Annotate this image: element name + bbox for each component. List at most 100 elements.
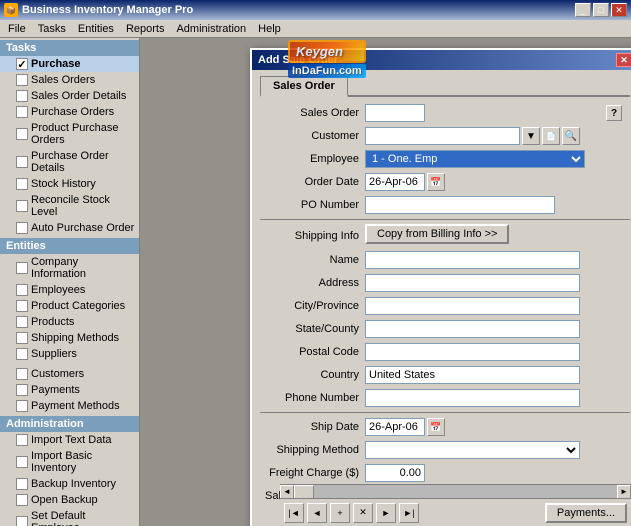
maximize-button[interactable]: □ — [593, 3, 609, 17]
sidebar-item-sales-orders[interactable]: Sales Orders — [0, 72, 139, 88]
keygen-label: Keygen — [288, 40, 366, 63]
menu-entities[interactable]: Entities — [72, 21, 120, 37]
scroll-thumb[interactable] — [294, 485, 314, 499]
copy-billing-button[interactable]: Copy from Billing Info >> — [365, 224, 509, 244]
name-row: Name — [260, 250, 630, 270]
sidebar-item-employees[interactable]: Employees — [0, 282, 139, 298]
dialog-close-button[interactable]: ✕ — [616, 53, 631, 67]
city-row: City/Province — [260, 296, 630, 316]
sidebar-item-shipping-methods[interactable]: Shipping Methods — [0, 330, 139, 346]
sidebar-item-products-label: Products — [31, 316, 74, 328]
shipping-info-section: Shipping Info Copy from Billing Info >> — [260, 224, 630, 247]
window-controls: _ □ ✕ — [575, 3, 627, 17]
nav-first-button[interactable]: |◄ — [284, 503, 304, 523]
sidebar-item-sod-label: Sales Order Details — [31, 90, 126, 102]
sidebar-item-ppo-label: Product Purchase Orders — [31, 122, 135, 146]
pc-checkbox — [16, 300, 28, 312]
sidebar-item-suppliers-label: Suppliers — [31, 348, 77, 360]
open-backup-checkbox — [16, 494, 28, 506]
sidebar-item-stock-history[interactable]: Stock History — [0, 176, 139, 192]
customer-new-btn[interactable]: 📄 — [542, 127, 560, 145]
close-button[interactable]: ✕ — [611, 3, 627, 17]
sidebar-item-import-basic[interactable]: Import Basic Inventory — [0, 448, 139, 476]
nav-next-button[interactable]: ► — [376, 503, 396, 523]
name-input[interactable] — [365, 251, 580, 269]
city-input[interactable] — [365, 297, 580, 315]
order-date-input[interactable] — [365, 173, 425, 191]
dialog-tabs: Sales Order — [260, 76, 630, 97]
minimize-button[interactable]: _ — [575, 3, 591, 17]
sidebar-item-import-text-label: Import Text Data — [31, 434, 112, 446]
sidebar-item-company[interactable]: Company Information — [0, 254, 139, 282]
menu-tasks[interactable]: Tasks — [32, 21, 72, 37]
sidebar-entities-header: Entities — [0, 238, 139, 254]
sales-order-input[interactable] — [365, 104, 425, 122]
scroll-left-button[interactable]: ◄ — [280, 485, 294, 499]
sidebar-item-sales-order-details[interactable]: Sales Order Details — [0, 88, 139, 104]
sidebar-item-sales-orders-label: Sales Orders — [31, 74, 95, 86]
order-date-calendar-btn[interactable]: 📅 — [427, 173, 445, 191]
payments-button[interactable]: Payments... — [545, 503, 627, 523]
sidebar-item-product-purchase-orders[interactable]: Product Purchase Orders — [0, 120, 139, 148]
sidebar-item-customers-label: Customers — [31, 368, 84, 380]
postal-label: Postal Code — [260, 346, 365, 358]
nav-delete-button[interactable]: ✕ — [353, 503, 373, 523]
sidebar-item-backup[interactable]: Backup Inventory — [0, 476, 139, 492]
sidebar-item-payment-methods[interactable]: Payment Methods — [0, 398, 139, 414]
sales-order-label: Sales Order — [260, 107, 365, 119]
country-input[interactable] — [365, 366, 580, 384]
sidebar-item-company-label: Company Information — [31, 256, 135, 280]
address-input[interactable] — [365, 274, 580, 292]
customer-input[interactable] — [365, 127, 520, 145]
app-icon: 📦 — [4, 3, 18, 17]
customer-dropdown-btn[interactable]: ▼ — [522, 127, 540, 145]
app-title: Business Inventory Manager Pro — [22, 4, 193, 16]
add-sale-order-dialog: Add Sale Order ✕ Sales Order ? Sales Ord… — [250, 48, 631, 526]
scroll-right-button[interactable]: ► — [617, 485, 631, 499]
sidebar-item-open-backup[interactable]: Open Backup — [0, 492, 139, 508]
phone-input[interactable] — [365, 389, 580, 407]
title-bar: 📦 Business Inventory Manager Pro _ □ ✕ — [0, 0, 631, 20]
reconcile-checkbox — [16, 200, 28, 212]
sidebar-item-set-default-employee[interactable]: Set Default Employee — [0, 508, 139, 526]
menu-file[interactable]: File — [2, 21, 32, 37]
help-icon-button[interactable]: ? — [606, 105, 622, 121]
employee-select[interactable]: 1 - One. Emp — [365, 150, 585, 168]
sidebar-item-reconcile[interactable]: Reconcile Stock Level — [0, 192, 139, 220]
postal-input[interactable] — [365, 343, 580, 361]
sidebar-item-payment-methods-label: Payment Methods — [31, 400, 120, 412]
sidebar-item-import-text[interactable]: Import Text Data — [0, 432, 139, 448]
ship-date-input[interactable] — [365, 418, 425, 436]
sidebar-item-suppliers[interactable]: Suppliers — [0, 346, 139, 362]
ship-date-label: Ship Date — [260, 421, 365, 433]
sidebar-item-auto-purchase[interactable]: Auto Purchase Order — [0, 220, 139, 236]
shipping-method-row: Shipping Method — [260, 440, 630, 460]
employee-label: Employee — [260, 153, 365, 165]
state-input[interactable] — [365, 320, 580, 338]
nav-prev-button[interactable]: ◄ — [307, 503, 327, 523]
sidebar-item-employees-label: Employees — [31, 284, 85, 296]
freight-input[interactable] — [365, 464, 425, 482]
tab-sales-order[interactable]: Sales Order — [260, 76, 348, 97]
nav-add-button[interactable]: + — [330, 503, 350, 523]
sidebar-item-product-categories[interactable]: Product Categories — [0, 298, 139, 314]
sidebar-item-payments[interactable]: Payments — [0, 382, 139, 398]
freight-label: Freight Charge ($) — [260, 467, 365, 479]
sidebar-item-purchase-order-details[interactable]: Purchase Order Details — [0, 148, 139, 176]
sidebar-item-customers[interactable]: Customers — [0, 366, 139, 382]
sidebar-item-products[interactable]: Products — [0, 314, 139, 330]
shipping-method-select[interactable] — [365, 441, 580, 459]
menu-administration[interactable]: Administration — [170, 21, 252, 37]
customer-search-btn[interactable]: 🔍 — [562, 127, 580, 145]
menu-reports[interactable]: Reports — [120, 21, 171, 37]
purchase-orders-checkbox — [16, 106, 28, 118]
sidebar-item-purchase[interactable]: ✓ Purchase — [0, 56, 139, 72]
menu-help[interactable]: Help — [252, 21, 287, 37]
sidebar-item-reconcile-label: Reconcile Stock Level — [31, 194, 135, 218]
scroll-track[interactable] — [294, 485, 617, 499]
po-number-input[interactable] — [365, 196, 555, 214]
employee-row: Employee 1 - One. Emp — [260, 149, 630, 169]
ship-date-calendar-btn[interactable]: 📅 — [427, 418, 445, 436]
sidebar-item-purchase-orders[interactable]: Purchase Orders — [0, 104, 139, 120]
nav-last-button[interactable]: ►| — [399, 503, 419, 523]
